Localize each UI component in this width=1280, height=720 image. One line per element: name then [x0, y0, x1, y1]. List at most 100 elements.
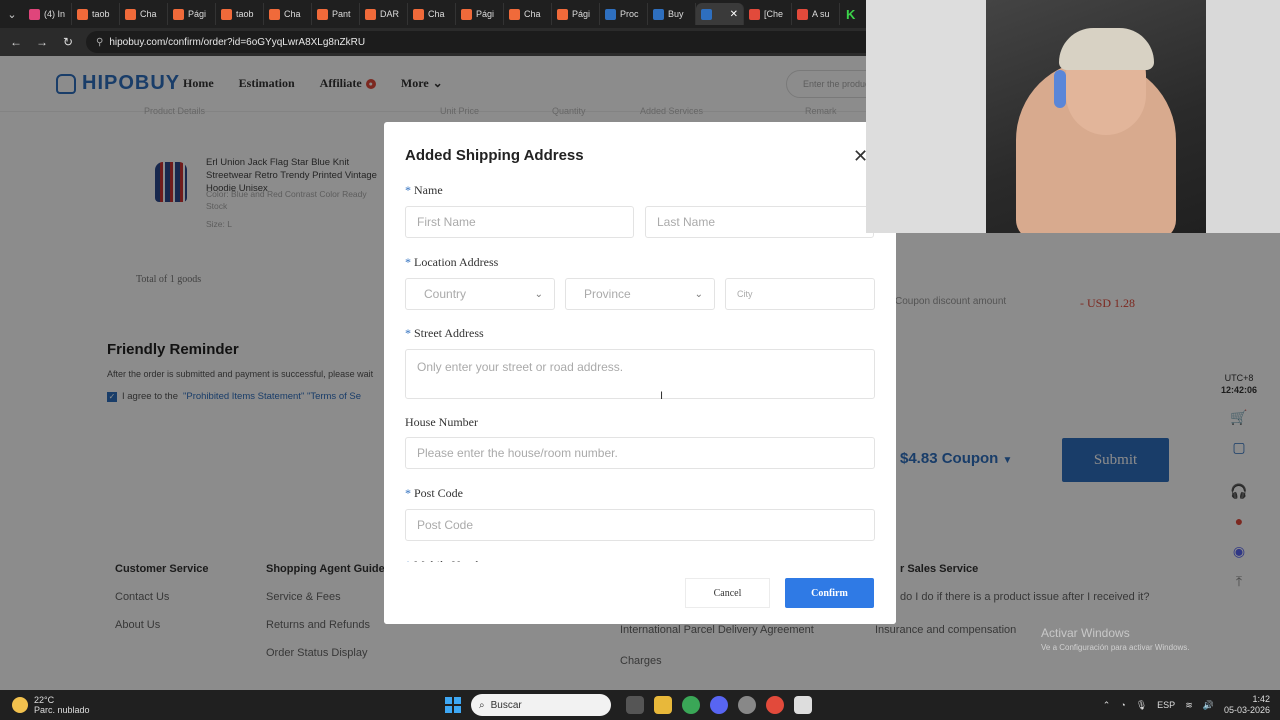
reload-icon[interactable]: ↻: [60, 35, 76, 49]
webcam-wall-left: [866, 0, 986, 233]
weather-temp: 22°C: [34, 695, 55, 705]
text-cursor-icon: I: [660, 390, 664, 402]
chevron-down-icon: ⌄: [534, 288, 543, 300]
browser-tab[interactable]: Pági: [456, 3, 504, 25]
post-code-input[interactable]: Post Code: [405, 509, 875, 541]
tab-favicon-icon: [413, 8, 424, 20]
media-app-icon[interactable]: [766, 696, 784, 714]
browser-tab[interactable]: Cha: [504, 3, 552, 25]
browser-tab[interactable]: Pági: [552, 3, 600, 25]
modal-title: Added Shipping Address: [405, 147, 584, 164]
browser-tab[interactable]: Cha: [408, 3, 456, 25]
browser-tab[interactable]: (4) In: [24, 3, 72, 25]
confirm-button[interactable]: Confirm: [785, 578, 874, 608]
browser-tab[interactable]: Cha: [264, 3, 312, 25]
chevron-down-icon: ⌄: [694, 288, 703, 300]
tab-favicon-icon: [797, 8, 808, 20]
chevron-up-icon[interactable]: ⌃: [1103, 700, 1111, 711]
house-number-input[interactable]: Please enter the house/room number.: [405, 437, 875, 469]
browser-tab[interactable]: Pági: [168, 3, 216, 25]
tab-favicon-icon: [461, 8, 472, 20]
windows-taskbar: 22°C Parc. nublado ⌕ Buscar ⌃ ◔ 🎙 ESP ≋ …: [0, 690, 1280, 720]
windows-activation-title: Activar Windows: [1041, 626, 1130, 640]
tab-label: (4) In: [44, 9, 66, 19]
microphone-icon[interactable]: 🎙: [1136, 700, 1147, 711]
browser-tab[interactable]: taob: [72, 3, 120, 25]
tab-label: Pági: [188, 9, 207, 19]
tab-label: [Che: [764, 9, 784, 19]
weather-condition: Parc. nublado: [34, 705, 90, 715]
country-select[interactable]: Country ⌄: [405, 278, 555, 310]
country-select-value: Country: [424, 287, 467, 301]
name-label: * Name: [405, 183, 443, 197]
system-tray: ⌃ ◔ 🎙 ESP ≋ 🔊 1:42 05-03-2026: [1103, 694, 1280, 716]
browser-tab[interactable]: ✕: [696, 3, 744, 25]
modal-footer: Cancel Confirm: [384, 562, 896, 624]
tab-label: Proc: [620, 9, 639, 19]
browser-tab[interactable]: taob: [216, 3, 264, 25]
tab-label: A su: [812, 9, 830, 19]
tab-label: Pági: [476, 9, 495, 19]
tab-list-icon[interactable]: ⌄: [0, 0, 24, 28]
cancel-button[interactable]: Cancel: [685, 578, 770, 608]
tab-label: Cha: [140, 9, 157, 19]
location-label-text: Location Address: [414, 255, 499, 269]
network-icon[interactable]: ◔: [1120, 700, 1125, 710]
tab-favicon-icon: [317, 8, 328, 20]
browser-tab[interactable]: [Che: [744, 3, 792, 25]
url-text: hipobuy.com/confirm/order?id=6oGYyqLwrA8…: [109, 36, 366, 48]
tab-label: Pant: [332, 9, 351, 19]
browser-tab[interactable]: Cha: [120, 3, 168, 25]
city-input[interactable]: City: [725, 278, 875, 310]
tab-label: taob: [236, 9, 254, 19]
last-name-input[interactable]: Last Name: [645, 206, 874, 238]
weather-sun-icon: [12, 697, 28, 713]
street-label-text: Street Address: [414, 326, 484, 340]
first-name-input[interactable]: First Name: [405, 206, 634, 238]
language-indicator[interactable]: ESP: [1157, 700, 1175, 710]
clock-date: 05-03-2026: [1223, 705, 1270, 715]
browser-tab[interactable]: DAR: [360, 3, 408, 25]
site-info-icon[interactable]: ⚲: [96, 37, 103, 48]
webcam-door: [1206, 0, 1280, 233]
taskbar-search-label: Buscar: [490, 699, 522, 711]
province-select-value: Province: [584, 287, 631, 301]
shipping-address-modal: Added Shipping Address ✕ * Name First Nam…: [384, 122, 896, 624]
search-icon: ⌕: [479, 699, 485, 711]
notepad-icon[interactable]: [794, 696, 812, 714]
streamer-hair: [1059, 28, 1154, 70]
chrome-icon[interactable]: [682, 696, 700, 714]
file-explorer-icon[interactable]: [654, 696, 672, 714]
back-icon[interactable]: ←: [8, 35, 24, 49]
taskbar-clock[interactable]: 1:42 05-03-2026: [1224, 694, 1270, 716]
wifi-icon[interactable]: ≋: [1185, 700, 1193, 711]
location-label: * Location Address: [405, 255, 499, 269]
clock-time: 1:42: [1252, 694, 1270, 704]
tab-favicon-icon: [29, 8, 40, 20]
tab-favicon-icon: [173, 8, 184, 20]
name-label-text: Name: [414, 183, 443, 197]
discord-app-icon[interactable]: [710, 696, 728, 714]
tab-label: Cha: [524, 9, 541, 19]
street-address-textarea[interactable]: Only enter your street or road address.: [405, 349, 875, 399]
tab-favicon-icon: [509, 8, 520, 20]
app-icon[interactable]: [738, 696, 756, 714]
taskbar-search[interactable]: ⌕ Buscar: [471, 694, 611, 716]
extension-icon[interactable]: K: [840, 7, 861, 22]
windows-activation-hint: Ve a Configuración para activar Windows.: [1041, 643, 1190, 652]
browser-tab[interactable]: Buy: [648, 3, 696, 25]
tab-close-icon[interactable]: ✕: [730, 9, 738, 20]
windows-start-icon[interactable]: [445, 697, 461, 713]
headset-icon: [1054, 70, 1066, 108]
browser-tab[interactable]: Proc: [600, 3, 648, 25]
task-view-icon[interactable]: [626, 696, 644, 714]
province-select[interactable]: Province ⌄: [565, 278, 715, 310]
browser-tab[interactable]: Pant: [312, 3, 360, 25]
tab-label: DAR: [380, 9, 400, 19]
weather-widget[interactable]: 22°C Parc. nublado: [0, 695, 445, 715]
browser-tab[interactable]: A su: [792, 3, 840, 25]
forward-icon[interactable]: →: [34, 35, 50, 49]
tab-favicon-icon: [653, 8, 664, 20]
volume-icon[interactable]: 🔊: [1203, 700, 1214, 711]
tab-label: Cha: [428, 9, 445, 19]
